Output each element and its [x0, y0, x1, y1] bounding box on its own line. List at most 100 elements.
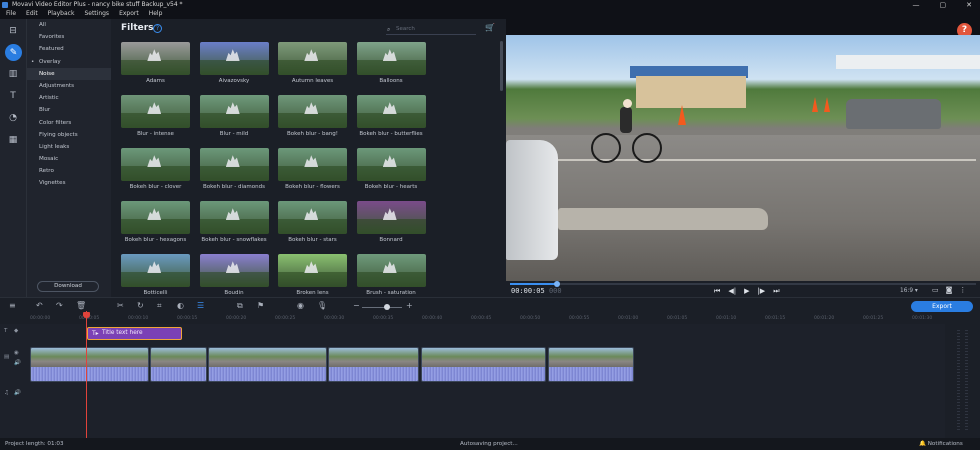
category-item[interactable]: Favorites — [27, 31, 111, 43]
filter-thumbnail[interactable]: Autumn leaves — [278, 42, 347, 85]
menu-playback[interactable]: Playback — [48, 10, 75, 19]
filter-thumbnail[interactable]: Bokeh blur - flowers — [278, 148, 347, 191]
filter-thumbnail[interactable]: Bokeh blur - hearts — [356, 148, 426, 191]
more-icon[interactable]: ⋮ — [959, 286, 966, 294]
category-item[interactable]: Mosaic — [27, 153, 111, 165]
menu-help[interactable]: Help — [149, 10, 163, 19]
filter-thumbnail[interactable]: Bonnard — [356, 201, 426, 244]
visibility-icon[interactable]: ◉ — [14, 350, 19, 356]
mute-video-icon[interactable]: 🔊 — [14, 360, 21, 366]
video-clip[interactable] — [30, 347, 149, 382]
category-item[interactable]: Vignettes — [27, 177, 111, 189]
stickers-icon[interactable]: ◔ — [4, 111, 22, 125]
titles-icon[interactable]: T — [4, 89, 22, 103]
category-item[interactable]: Featured — [27, 43, 111, 55]
maximize-button[interactable]: ▢ — [940, 0, 947, 10]
filter-thumbnail[interactable]: Botticelli — [121, 254, 190, 297]
filter-thumbnail[interactable]: Bokeh blur - bang! — [278, 95, 347, 138]
title-clip[interactable]: T▸ Title text here — [87, 327, 182, 340]
more-tools-icon[interactable]: ▦ — [4, 133, 22, 147]
category-item[interactable]: All — [27, 19, 111, 31]
clip-properties-icon[interactable]: ☰ — [197, 301, 204, 310]
color-icon[interactable]: ◐ — [177, 301, 184, 310]
help-icon[interactable]: ? — [153, 24, 162, 33]
transitions-icon[interactable]: ▥ — [4, 67, 22, 81]
filter-thumbnail[interactable]: Aivazovsky — [199, 42, 269, 85]
video-clip[interactable] — [421, 347, 546, 382]
zoom-handle[interactable] — [384, 304, 390, 310]
video-clip[interactable] — [548, 347, 634, 382]
category-item[interactable]: • Overlay — [27, 56, 111, 68]
filter-thumbnail[interactable]: Boudin — [199, 254, 269, 297]
aspect-ratio-select[interactable]: 16:9 ▾ — [900, 288, 918, 294]
skip-forward-icon[interactable]: ⏭ — [773, 287, 779, 296]
filter-thumbnail[interactable]: Bokeh blur - butterflies — [356, 95, 426, 138]
category-item[interactable]: Retro — [27, 165, 111, 177]
crop-icon[interactable]: ⌗ — [157, 301, 162, 311]
rotate-icon[interactable]: ↻ — [137, 301, 144, 310]
filter-thumbnail[interactable]: Adams — [121, 42, 190, 85]
undo-icon[interactable]: ↶ — [36, 301, 43, 310]
filter-thumbnail[interactable]: Bokeh blur - stars — [278, 201, 347, 244]
snapshot-icon[interactable]: ◙ — [946, 286, 953, 294]
category-item[interactable]: Adjustments — [27, 80, 111, 92]
category-item[interactable]: Noise — [27, 67, 111, 80]
category-item[interactable]: Flying objects — [27, 129, 111, 141]
filter-thumbnail[interactable]: Bokeh blur - hexagons — [121, 201, 190, 244]
seek-track[interactable] — [510, 283, 976, 285]
fullscreen-icon[interactable]: ▭ — [932, 286, 939, 294]
category-item[interactable]: Color filters — [27, 117, 111, 129]
playhead-handle[interactable] — [83, 312, 90, 318]
menu-edit[interactable]: Edit — [26, 10, 38, 19]
stabilize-icon[interactable]: ◉ — [297, 301, 304, 310]
timeline-ruler[interactable]: 00:00:00 00:00:05 00:00:10 00:00:15 00:00:20… — [0, 315, 945, 324]
video-clip[interactable] — [208, 347, 327, 382]
zoom-slider[interactable] — [362, 307, 402, 308]
zoom-out-icon[interactable]: − — [353, 301, 360, 310]
category-item[interactable]: Artistic — [27, 92, 111, 104]
playhead[interactable] — [86, 311, 87, 438]
video-clip[interactable] — [328, 347, 419, 382]
delete-icon[interactable]: 🗑 — [76, 301, 86, 310]
cut-icon[interactable]: ✂ — [117, 301, 124, 310]
menu-settings[interactable]: Settings — [84, 10, 109, 19]
search-input[interactable]: ⌕ Search — [386, 24, 476, 35]
category-item[interactable]: Light leaks — [27, 141, 111, 153]
video-preview[interactable]: ? — [506, 19, 980, 281]
marker-flag-icon[interactable]: ⚑ — [257, 301, 264, 310]
filter-thumbnail[interactable]: Broken lens — [278, 254, 347, 297]
transition-wizard-icon[interactable]: ⧉ — [237, 301, 243, 311]
zoom-in-icon[interactable]: + — [406, 301, 413, 310]
redo-icon[interactable]: ↷ — [56, 301, 63, 310]
filter-thumbnail[interactable]: Brush - saturation — [356, 254, 426, 297]
step-back-icon[interactable]: ◀| — [728, 287, 736, 296]
import-icon[interactable]: ⊟ — [4, 24, 22, 38]
menu-file[interactable]: File — [6, 10, 16, 19]
record-audio-icon[interactable]: 🎙 — [317, 301, 327, 310]
filter-thumbnail[interactable]: Bokeh blur - clover — [121, 148, 190, 191]
download-button[interactable]: Download — [37, 281, 99, 292]
close-button[interactable]: ✕ — [966, 0, 972, 10]
filter-thumbnail[interactable]: Balloons — [356, 42, 426, 85]
mute-audio-icon[interactable]: 🔊 — [14, 390, 21, 396]
add-track-icon[interactable]: ≡ — [9, 301, 16, 310]
notifications-button[interactable]: 🔔 Notifications — [919, 438, 963, 450]
filter-thumbnail[interactable]: Bokeh blur - diamonds — [199, 148, 269, 191]
step-forward-icon[interactable]: |▶ — [757, 287, 765, 296]
filter-thumbnail[interactable]: Blur - intense — [121, 95, 190, 138]
minimize-button[interactable]: — — [913, 0, 920, 10]
filters-icon[interactable]: ✎ — [5, 44, 22, 61]
category-item[interactable]: Blur — [27, 104, 111, 116]
filter-thumbnail[interactable]: Bokeh blur - snowflakes — [199, 201, 269, 244]
store-cart-icon[interactable]: 🛒 — [485, 23, 495, 32]
filter-scrollbar[interactable] — [500, 41, 503, 91]
filter-preview-image — [121, 42, 190, 75]
title-track-toggle-icon[interactable]: ◆ — [14, 328, 18, 334]
video-track-icon: ▤ — [4, 354, 10, 360]
filter-thumbnail[interactable]: Blur - mild — [199, 95, 269, 138]
play-icon[interactable]: ▶ — [744, 287, 749, 296]
menu-export[interactable]: Export — [119, 10, 139, 19]
skip-back-icon[interactable]: ⏮ — [714, 287, 720, 296]
video-clip[interactable] — [150, 347, 207, 382]
export-button[interactable]: Export — [911, 301, 973, 312]
